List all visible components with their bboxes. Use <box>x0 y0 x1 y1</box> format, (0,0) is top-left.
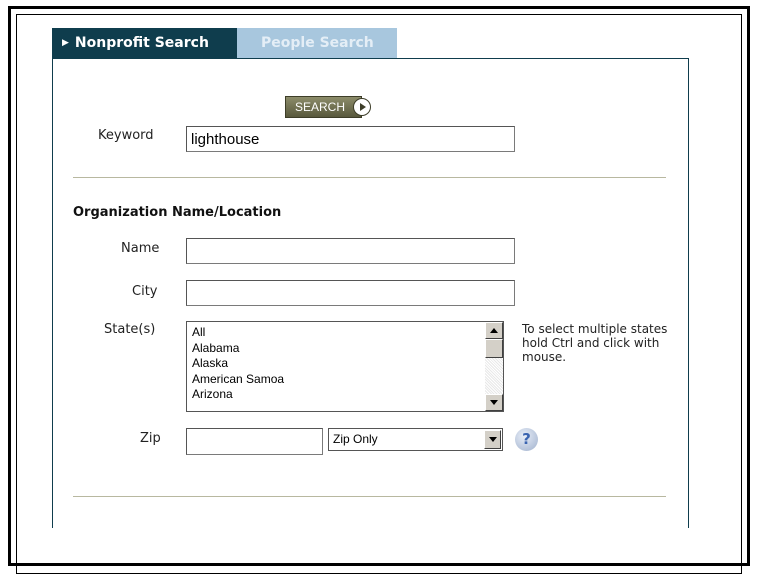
name-input[interactable] <box>186 238 515 264</box>
name-label: Name <box>121 241 160 256</box>
tab-nonprofit-search[interactable]: ▶ Nonprofit Search <box>52 28 237 58</box>
zip-input[interactable] <box>186 428 323 455</box>
bottom-divider <box>73 496 666 497</box>
city-input[interactable] <box>186 280 515 306</box>
caret-right-icon: ▶ <box>62 38 69 48</box>
scroll-thumb[interactable] <box>485 339 503 358</box>
tab-people-search[interactable]: People Search <box>237 28 397 58</box>
search-button[interactable]: SEARCH <box>285 96 371 118</box>
state-option[interactable]: All <box>192 325 284 341</box>
help-icon[interactable]: ? <box>515 428 538 451</box>
state-option[interactable]: American Samoa <box>192 372 284 388</box>
state-option[interactable]: Alabama <box>192 341 284 357</box>
chevron-down-icon <box>489 437 497 442</box>
dropdown-button[interactable] <box>484 430 501 449</box>
keyword-label: Keyword <box>98 128 154 143</box>
states-label: State(s) <box>104 322 156 337</box>
state-option[interactable]: Alaska <box>192 356 284 372</box>
scroll-up-button[interactable] <box>485 322 503 339</box>
scroll-down-button[interactable] <box>485 394 503 411</box>
play-circle-icon <box>353 98 371 116</box>
tab-people-search-label: People Search <box>261 35 374 51</box>
states-listbox[interactable]: All Alabama Alaska American Samoa Arizon… <box>186 321 504 412</box>
arrow-down-icon <box>490 400 498 405</box>
org-section-title: Organization Name/Location <box>73 205 282 220</box>
zip-label: Zip <box>140 431 161 446</box>
search-button-label: SEARCH <box>295 100 346 114</box>
zip-mode-value: Zip Only <box>333 432 378 446</box>
state-option[interactable]: Arizona <box>192 387 284 403</box>
zip-mode-select[interactable]: Zip Only <box>328 428 503 451</box>
keyword-input[interactable] <box>186 126 515 152</box>
arrow-up-icon <box>490 328 498 333</box>
states-options: All Alabama Alaska American Samoa Arizon… <box>192 325 284 403</box>
states-scrollbar[interactable] <box>485 322 503 411</box>
tab-nonprofit-search-label: Nonprofit Search <box>74 35 209 51</box>
section-divider <box>73 177 666 178</box>
city-label: City <box>132 284 158 299</box>
states-help-text: To select multiple states hold Ctrl and … <box>522 322 668 364</box>
